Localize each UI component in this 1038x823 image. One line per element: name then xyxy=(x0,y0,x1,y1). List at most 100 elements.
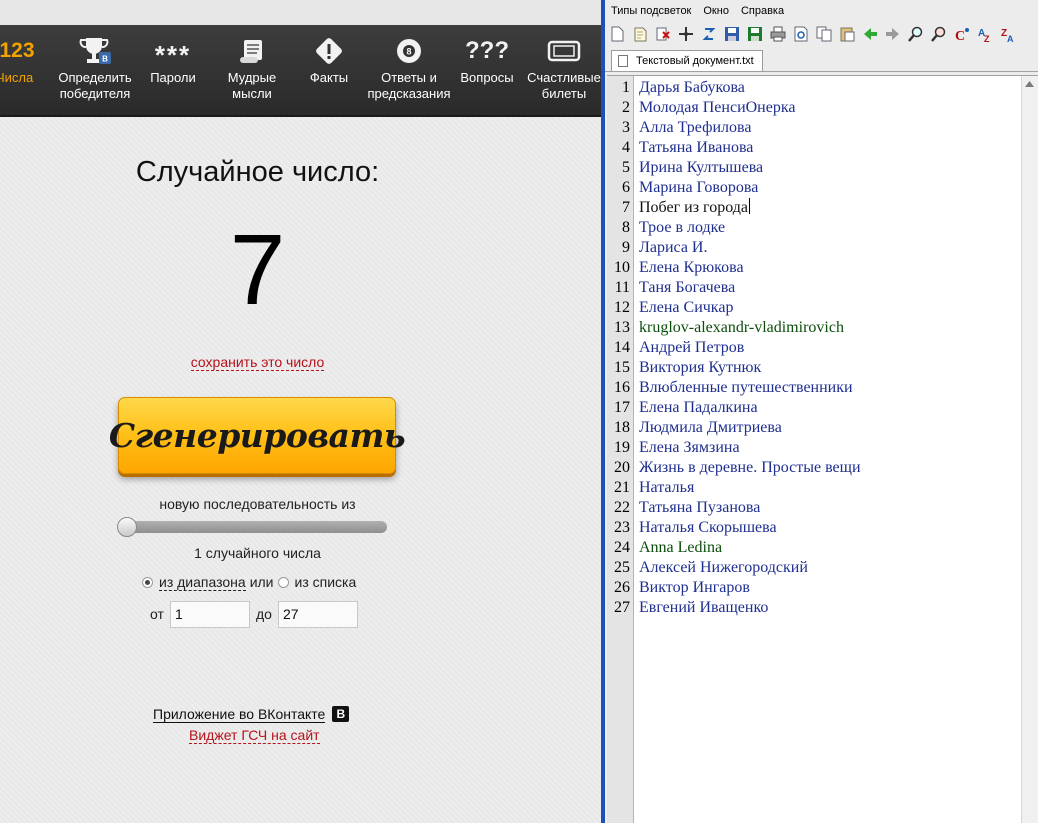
text-line[interactable]: 1 Дарья Бабукова xyxy=(607,78,1021,98)
text-line[interactable]: 24 Anna Ledina xyxy=(607,538,1021,558)
line-text[interactable]: Евгений Иващенко xyxy=(639,598,768,618)
line-text[interactable]: Дарья Бабукова xyxy=(639,78,745,98)
line-text[interactable]: Побег из города xyxy=(639,198,1017,218)
forward-arrow-icon[interactable] xyxy=(885,26,901,42)
paste-icon[interactable] xyxy=(839,26,855,42)
line-text[interactable]: Виктор Ингаров xyxy=(639,578,750,598)
line-text[interactable]: Жизнь в деревне. Простые вещи xyxy=(639,458,861,478)
range-radio[interactable] xyxy=(142,576,153,588)
case-icon[interactable]: C xyxy=(954,26,970,42)
nav-item-numbers[interactable]: 123 Числа xyxy=(0,25,40,115)
range-to-input[interactable]: 27 xyxy=(278,601,358,628)
range-mode-link[interactable]: из диапазона xyxy=(159,574,246,591)
text-line[interactable]: 6 Марина Говорова xyxy=(607,178,1021,198)
nav-item-lucky-tickets[interactable]: Счастливые билеты xyxy=(527,25,601,115)
line-text[interactable]: Влюбленные путешественники xyxy=(639,378,853,398)
range-from-input[interactable]: 1 xyxy=(170,601,250,628)
nav-item-answers[interactable]: 8 Ответы и предсказания xyxy=(367,25,451,115)
text-line[interactable]: 21 Наталья xyxy=(607,478,1021,498)
line-text[interactable]: kruglov-alexandr-vladimirovich xyxy=(639,318,844,338)
save-icon[interactable] xyxy=(724,26,740,42)
line-text[interactable]: Лариса И. xyxy=(639,238,707,258)
line-text[interactable]: Елена Крюкова xyxy=(639,258,744,278)
line-text[interactable]: Марина Говорова xyxy=(639,178,758,198)
line-text[interactable]: Алексей Нижегородский xyxy=(639,558,808,578)
text-line[interactable]: 26 Виктор Ингаров xyxy=(607,578,1021,598)
nav-item-wise-thoughts[interactable]: Мудрые мысли xyxy=(219,25,285,115)
text-line[interactable]: 8 Трое в лодке xyxy=(607,218,1021,238)
text-line[interactable]: 2 Молодая ПенсиОнерка xyxy=(607,98,1021,118)
text-line[interactable]: 14 Андрей Петров xyxy=(607,338,1021,358)
line-text[interactable]: Татьяна Пузанова xyxy=(639,498,760,518)
line-text[interactable]: Елена Зямзина xyxy=(639,438,740,458)
new-file-icon[interactable] xyxy=(609,26,625,42)
nav-item-passwords[interactable]: *** Пароли xyxy=(140,25,206,115)
text-line[interactable]: 17 Елена Падалкина xyxy=(607,398,1021,418)
line-text[interactable]: Наталья Скорышева xyxy=(639,518,777,538)
line-text[interactable]: Таня Богачева xyxy=(639,278,735,298)
line-text[interactable]: Алла Трефилова xyxy=(639,118,751,138)
preview-icon[interactable] xyxy=(793,26,809,42)
list-radio[interactable] xyxy=(277,576,289,588)
line-text[interactable]: Виктория Кутнюк xyxy=(639,358,761,378)
text-line[interactable]: 7 Побег из города xyxy=(607,198,1021,218)
line-text[interactable]: Людмила Дмитриева xyxy=(639,418,782,438)
vk-app-link[interactable]: Приложение во ВКонтакте xyxy=(153,706,326,723)
count-slider-handle[interactable] xyxy=(117,517,137,537)
text-line[interactable]: 25 Алексей Нижегородский xyxy=(607,558,1021,578)
back-arrow-icon[interactable] xyxy=(862,26,878,42)
list-mode-label[interactable]: из списка xyxy=(295,574,357,590)
line-text[interactable]: Наталья xyxy=(639,478,694,498)
text-line[interactable]: 11 Таня Богачева xyxy=(607,278,1021,298)
save-all-icon[interactable] xyxy=(747,26,763,42)
text-line[interactable]: 5 Ирина Култышева xyxy=(607,158,1021,178)
nav-item-winner[interactable]: B Определить победителя xyxy=(57,25,133,115)
vertical-scrollbar[interactable] xyxy=(1021,76,1038,823)
text-line[interactable]: 12 Елена Сичкар xyxy=(607,298,1021,318)
text-line[interactable]: 18 Людмила Дмитриева xyxy=(607,418,1021,438)
text-line[interactable]: 10 Елена Крюкова xyxy=(607,258,1021,278)
nav-item-facts[interactable]: Факты xyxy=(298,25,360,115)
open-file-icon[interactable] xyxy=(632,26,648,42)
menu-window[interactable]: Окно xyxy=(703,5,729,17)
move-icon[interactable] xyxy=(678,26,694,42)
tab-text-document[interactable]: Текстовый документ.txt xyxy=(611,50,763,71)
line-text[interactable]: Трое в лодке xyxy=(639,218,725,238)
close-file-icon[interactable] xyxy=(655,26,671,42)
line-text[interactable]: Ирина Култышева xyxy=(639,158,763,178)
replace-icon[interactable] xyxy=(931,26,947,42)
line-text[interactable]: Елена Падалкина xyxy=(639,398,758,418)
line-text[interactable]: Anna Ledina xyxy=(639,538,722,558)
count-slider-track[interactable] xyxy=(118,521,387,533)
menu-help[interactable]: Справка xyxy=(741,5,784,17)
menu-highlight-types[interactable]: Типы подсветок xyxy=(611,5,691,17)
scroll-up-arrow-icon[interactable] xyxy=(1024,78,1035,89)
text-area[interactable]: 1 Дарья Бабукова 2 Молодая ПенсиОнерка 3 Алла… xyxy=(607,75,1038,823)
text-line[interactable]: 27 Евгений Иващенко xyxy=(607,598,1021,618)
line-text[interactable]: Молодая ПенсиОнерка xyxy=(639,98,795,118)
text-line[interactable]: 20 Жизнь в деревне. Простые вещи xyxy=(607,458,1021,478)
text-line[interactable]: 19 Елена Зямзина xyxy=(607,438,1021,458)
text-line[interactable]: 16 Влюбленные путешественники xyxy=(607,378,1021,398)
refresh-icon[interactable] xyxy=(701,26,717,42)
text-line[interactable]: 15 Виктория Кутнюк xyxy=(607,358,1021,378)
generate-button[interactable]: Сгенерировать xyxy=(109,397,406,474)
text-line[interactable]: 13 kruglov-alexandr-vladimirovich xyxy=(607,318,1021,338)
text-line[interactable]: 23 Наталья Скорышева xyxy=(607,518,1021,538)
line-text[interactable]: Татьяна Иванова xyxy=(639,138,753,158)
line-text[interactable]: Андрей Петров xyxy=(639,338,744,358)
widget-link[interactable]: Виджет ГСЧ на сайт xyxy=(189,727,320,744)
vk-logo-icon[interactable]: В xyxy=(332,706,350,722)
text-line[interactable]: 22 Татьяна Пузанова xyxy=(607,498,1021,518)
nav-item-questions[interactable]: ??? Вопросы xyxy=(457,25,517,115)
text-line[interactable]: 4 Татьяна Иванова xyxy=(607,138,1021,158)
search-icon[interactable] xyxy=(908,26,924,42)
z-sort-icon[interactable]: ZA xyxy=(1000,26,1016,42)
save-number-link[interactable]: сохранить это число xyxy=(190,354,325,371)
print-icon[interactable] xyxy=(770,26,786,42)
text-line[interactable]: 9 Лариса И. xyxy=(607,238,1021,258)
alpha-sort-icon[interactable]: AZ xyxy=(977,26,993,42)
text-line[interactable]: 3 Алла Трефилова xyxy=(607,118,1021,138)
line-text[interactable]: Елена Сичкар xyxy=(639,298,733,318)
copy-icon[interactable] xyxy=(816,26,832,42)
